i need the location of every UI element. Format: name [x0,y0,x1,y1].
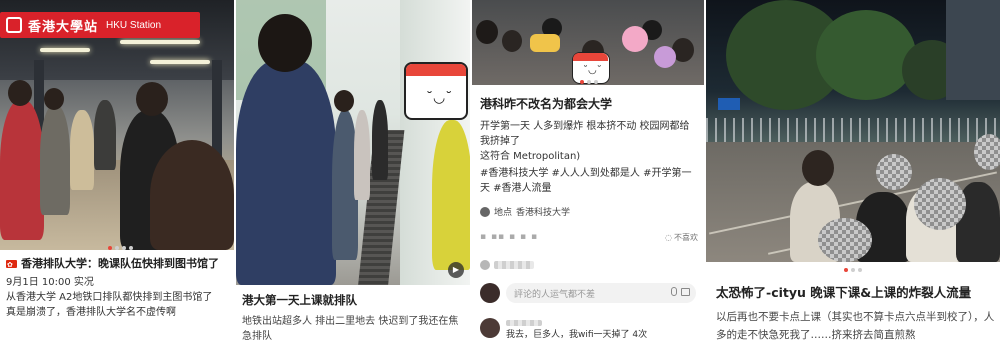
post-text: 港科昨不改名为都会大学 开学第一天 人多到爆炸 根本挤不动 校园网都给我挤掉了 … [480,96,698,196]
post-card-hkust-crowd[interactable]: ˘◡˘ 港科昨不改名为都会大学 开学第一天 人多到爆炸 根本挤不动 校园网都给我… [472,0,704,363]
carousel-dots [108,246,133,250]
avatar[interactable] [480,260,490,270]
unlike-label: 不喜欢 [674,233,698,242]
comment-text: 我去，巨多人，我wifi一天掉了 4次 [506,330,648,340]
person [236,60,336,285]
carousel-dot-active [108,246,112,250]
road-sign [718,98,740,110]
mtr-logo-icon [6,17,22,33]
blurred-text: ▪ ▪▪ ▪ ▪ ▪ [480,232,539,242]
station-sign: 香港大學站 HKU Station [0,12,200,38]
post-card-hku-queue[interactable]: 香港大學站 HKU Station 香港排队大学：晚课队伍快排到图书馆了 [0,0,234,363]
blurred-face [876,154,912,190]
post-photo[interactable]: 香港大學站 HKU Station [0,0,234,250]
post-title[interactable]: 香港排队大学：晚课队伍快排到图书馆了 [6,256,232,273]
post-body-line: 开学第一天 人多到爆炸 根本挤不动 校园网都给我挤掉了 [480,121,690,147]
unlike-button[interactable]: ◌ 不喜欢 [665,232,698,243]
post-body-line: 9月1日 10:00 实况 [6,277,94,288]
play-icon[interactable]: ▶ [448,262,464,278]
blurred-face [914,178,966,230]
post-body: 地铁出站超多人 排出二里地去 快迟到了我还在焦急排队 [242,316,459,342]
location-label: 地点 [494,208,513,218]
avatar[interactable] [480,318,500,338]
post-title[interactable]: 太恐怖了-cityu 晚课下课&上课的炸裂人流量 [716,284,1000,302]
station-sign-chinese: 香港大學站 [28,19,99,35]
post-body-line: 真是崩溃了，香港排队大学名不虚传啊 [6,307,176,318]
calendar-sticker-icon: ˘◡˘ [404,62,468,120]
person-head [136,82,168,116]
feed-strip: 香港大學站 HKU Station 香港排队大学：晚课队伍快排到图书馆了 [0,0,1000,363]
comment-placeholder: 評论的人运气都不差 [514,289,596,300]
post-photo[interactable]: ˘◡˘ [472,0,704,85]
person [354,110,370,200]
person-head [44,88,64,110]
blurred-face [974,134,1000,170]
post-photo[interactable]: ˘◡˘ ▶ [236,0,470,285]
ceiling-light [40,48,90,52]
image-icon[interactable] [681,288,690,296]
post-body: 开学第一天 人多到爆炸 根本挤不动 校园网都给我挤掉了 这符合 Metropol… [480,119,698,164]
avatar[interactable] [480,283,500,303]
person-head [334,90,354,112]
post-photo[interactable] [706,0,1000,262]
person [0,100,44,240]
comment-input[interactable]: 評论的人运气都不差 [506,283,696,303]
hk-flag-icon [6,257,17,273]
balloon [654,46,676,68]
carousel-dots [580,80,598,84]
ceiling-light [150,60,210,64]
post-body: 以后再也不要卡点上课（其实也不算卡点六点半到校了），人多的走不快急死我了……挤来… [716,311,995,341]
person [40,105,70,215]
blurred-face [818,218,872,262]
post-text: 太恐怖了-cityu 晚课下课&上课的炸裂人流量 以后再也不要卡点上课（其实也不… [716,284,1000,344]
banner [530,34,560,52]
ceiling-light [120,40,200,44]
mic-icon[interactable] [671,287,677,296]
person [70,110,94,190]
post-body-line: 这符合 Metropolitan) [480,151,581,162]
post-title[interactable]: 港科昨不改名为都会大学 [480,96,698,113]
person-yellow [432,120,470,270]
carousel-dot [122,246,126,250]
post-text: 港大第一天上课就排队 地铁出站超多人 排出二里地去 快迟到了我还在焦急排队 [242,292,466,344]
person [94,100,116,170]
station-sign-english: HKU Station [106,19,162,31]
location-name: 香港科技大学 [516,208,571,218]
carousel-dots [844,268,862,272]
person-head [258,14,312,72]
post-body-line: 从香港大学 A2地铁口排队都快排到主图书馆了 [6,292,213,303]
author-row [480,260,534,270]
post-card-cityu-crowd[interactable]: 太恐怖了-cityu 晚课下课&上课的炸裂人流量 以后再也不要卡点上课（其实也不… [706,0,1000,363]
location-icon [480,206,490,217]
blurred-username [506,320,542,326]
tree [816,10,916,100]
blurred-username [494,261,534,269]
post-title-text: 香港排队大学：晚课队伍快排到图书馆了 [21,257,219,270]
carousel-dot [115,246,119,250]
building [946,0,1000,100]
comment-item: 我去，巨多人，我wifi一天掉了 4次 [480,318,696,342]
person [372,100,388,180]
location-tag[interactable]: 地点 香港科技大学 [480,205,570,218]
post-hashtags[interactable]: #香港科技大学 #人人人到处都是人 #开学第一天 #香港人流量 [480,166,698,196]
carousel-dot [129,246,133,250]
person-long-hair [150,140,234,250]
post-text: 香港排队大学：晚课队伍快排到图书馆了 9月1日 10:00 实况 从香港大学 A… [6,256,232,320]
person-head [802,150,834,186]
post-title[interactable]: 港大第一天上课就排队 [242,292,466,308]
post-card-hku-first-day[interactable]: ˘◡˘ ▶ 港大第一天上课就排队 地铁出站超多人 排出二里地去 快迟到了我还在焦… [236,0,470,363]
post-body: 9月1日 10:00 实况 从香港大学 A2地铁口排队都快排到主图书馆了 真是崩… [6,275,232,320]
balloon [622,26,648,52]
person-head [8,80,32,106]
comment-bar: 評论的人运气都不差 [480,282,696,304]
